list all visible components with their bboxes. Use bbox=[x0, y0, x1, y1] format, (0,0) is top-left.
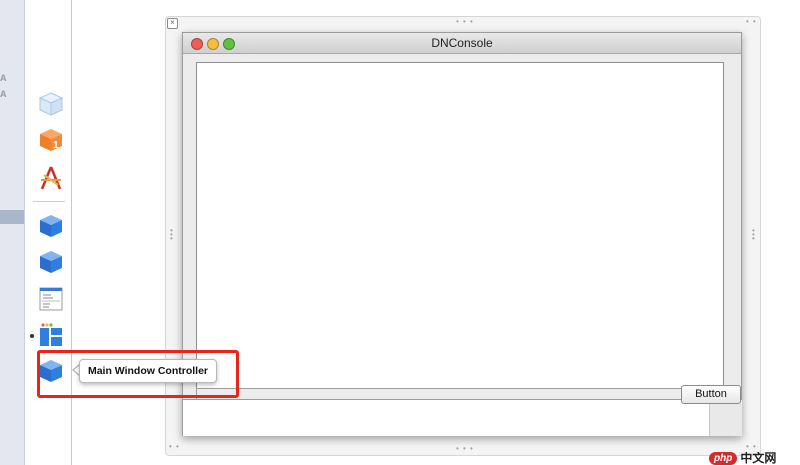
resize-handle-right[interactable]: • • • bbox=[752, 227, 756, 243]
main-menu-icon bbox=[39, 287, 63, 311]
dock-item-main-menu[interactable] bbox=[37, 285, 65, 313]
first-responder-cube-icon: 1 bbox=[40, 129, 62, 151]
push-button[interactable]: Button bbox=[681, 385, 741, 404]
window-icon bbox=[40, 323, 62, 346]
svg-text:1: 1 bbox=[53, 140, 59, 151]
resize-handle-bottom-left[interactable]: • • bbox=[169, 443, 180, 451]
navigator-strip: A A bbox=[0, 0, 25, 465]
blue-object-cube-icon bbox=[40, 215, 62, 237]
dock-item-file-owner[interactable] bbox=[37, 90, 65, 118]
application-icon bbox=[40, 166, 62, 190]
input-area[interactable] bbox=[183, 399, 709, 436]
navigator-mark: A bbox=[0, 89, 7, 99]
window-title: DNConsole bbox=[431, 36, 493, 50]
dock-item-application[interactable] bbox=[37, 164, 65, 192]
close-icon[interactable]: × bbox=[167, 18, 178, 29]
dock-item-object[interactable] bbox=[37, 212, 65, 240]
resize-handle-top-right[interactable]: • • bbox=[746, 18, 757, 26]
dock-item-window[interactable] bbox=[37, 321, 65, 349]
input-area-side bbox=[709, 399, 742, 436]
resize-handle-bottom[interactable]: • • • bbox=[456, 445, 474, 453]
selection-indicator bbox=[30, 334, 34, 338]
navigator-selection bbox=[0, 210, 24, 224]
blue-object-cube-icon bbox=[40, 251, 62, 273]
dock-item-first-responder[interactable]: 1 bbox=[37, 126, 65, 154]
navigator-mark: A bbox=[0, 73, 7, 83]
dock-item-object[interactable] bbox=[37, 248, 65, 276]
text-view[interactable] bbox=[196, 62, 724, 389]
dnconsole-window[interactable]: DNConsole Button bbox=[182, 32, 742, 436]
resize-handle-top[interactable]: • • • bbox=[456, 18, 474, 26]
watermark-text: 中文网 bbox=[740, 452, 777, 465]
resize-handle-left[interactable]: • • • bbox=[170, 227, 174, 243]
cube-outline-icon bbox=[38, 92, 64, 116]
tooltip-main-window-controller: Main Window Controller bbox=[79, 359, 217, 383]
resize-handle-bottom-right[interactable]: • • bbox=[746, 443, 757, 451]
dock-separator bbox=[33, 201, 65, 202]
window-titlebar[interactable]: DNConsole bbox=[183, 33, 741, 54]
watermark: php 中文网 bbox=[709, 452, 800, 465]
watermark-logo: php bbox=[709, 452, 738, 465]
